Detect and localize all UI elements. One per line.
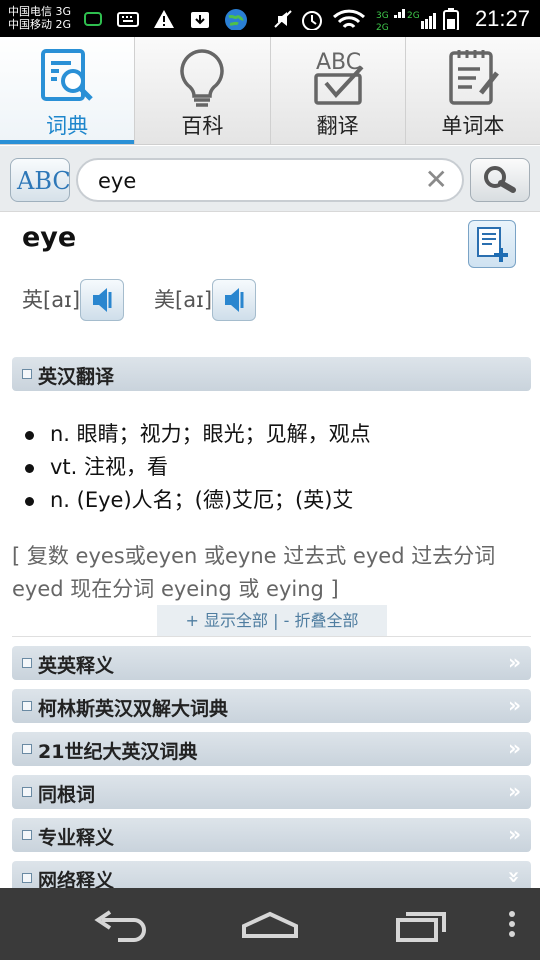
us-pronounce-button[interactable] xyxy=(212,279,256,321)
tab-encyclopedia[interactable]: 百科 xyxy=(135,37,271,144)
add-to-wordbook-button[interactable] xyxy=(468,220,516,268)
notebook-icon xyxy=(449,50,499,105)
search-bar: ABC ✕ xyxy=(0,146,540,212)
uk-phonetic: 英[aɪ] xyxy=(22,288,81,312)
tab-wordbook[interactable]: 单词本 xyxy=(406,37,540,144)
tab-dictionary[interactable]: 词典 xyxy=(0,37,136,144)
collapse-box-icon xyxy=(22,701,32,711)
keyboard-icon xyxy=(117,12,139,27)
carrier-info: 中国电信 3G 中国移动 2G xyxy=(8,5,71,31)
add-note-icon xyxy=(477,227,508,262)
speaker-icon xyxy=(93,288,112,312)
search-button[interactable] xyxy=(470,158,530,202)
section-header-en-en[interactable]: 英英释义 » xyxy=(12,646,531,680)
expand-icon: » xyxy=(508,736,521,760)
svg-text:ABC: ABC xyxy=(16,167,69,195)
menu-icon[interactable] xyxy=(500,888,524,960)
battery-icon xyxy=(443,8,459,30)
recent-apps-icon[interactable] xyxy=(390,888,454,960)
globe-icon xyxy=(225,9,247,30)
clock: 21:27 xyxy=(474,6,530,31)
section-header-21st-century[interactable]: 21世纪大英汉词典 » xyxy=(12,732,531,766)
section-title: 柯林斯英汉双解大词典 xyxy=(38,698,229,720)
collapse-all-link[interactable]: - 折叠全部 xyxy=(284,605,359,637)
language-switch-button[interactable]: ABC xyxy=(10,158,71,202)
expand-down-icon: » xyxy=(502,870,527,884)
divider xyxy=(12,636,531,637)
svg-text:2G: 2G xyxy=(407,11,420,21)
collapse-box-icon xyxy=(22,787,32,797)
definition-item: vt. 注视，看 xyxy=(22,451,371,484)
expand-icon: » xyxy=(508,822,521,846)
download-icon xyxy=(191,12,209,28)
word-forms: [ 复数 eyes或eyen 或eyne 过去式 eyed 过去分词 eyed … xyxy=(12,544,496,601)
us-phonetic: 美[aɪ] xyxy=(154,288,213,312)
svg-text:3G: 3G xyxy=(376,11,389,21)
collapse-box-icon xyxy=(22,830,32,840)
mute-icon xyxy=(274,10,292,28)
tab-bar: 词典 百科 ABC 翻译 单词本 xyxy=(0,37,540,145)
section-header-collins[interactable]: 柯林斯英汉双解大词典 » xyxy=(12,689,531,723)
definition-item: n. (Eye)人名；(德)艾厄；(英)艾 xyxy=(22,484,371,517)
show-all-link[interactable]: + 显示全部 xyxy=(186,605,269,637)
definition-list: n. 眼睛；视力；眼光；见解，观点 vt. 注视，看 n. (Eye)人名；(德… xyxy=(22,418,371,517)
section-title: 英英释义 xyxy=(38,655,115,677)
lightbulb-icon xyxy=(180,49,225,107)
collapse-box-icon xyxy=(22,658,32,668)
chat-icon xyxy=(84,12,102,26)
dictionary-icon xyxy=(41,49,93,101)
collapse-box-icon xyxy=(22,873,32,883)
fold-separator: | xyxy=(273,611,279,630)
section-header-cognates[interactable]: 同根词 » xyxy=(12,775,531,809)
expand-icon: » xyxy=(508,779,521,803)
fold-controls: + 显示全部 | - 折叠全部 xyxy=(157,605,387,637)
expand-icon: » xyxy=(508,693,521,717)
back-icon[interactable] xyxy=(88,888,152,960)
tab-translate-label: 翻译 xyxy=(316,114,359,138)
section-title: 21世纪大英汉词典 xyxy=(38,741,198,763)
section-header-professional[interactable]: 专业释义 » xyxy=(12,818,531,852)
abc-icon: ABC xyxy=(16,167,71,195)
search-field[interactable]: ✕ xyxy=(76,158,464,202)
wifi-icon xyxy=(332,9,366,29)
section-title: 同根词 xyxy=(38,784,96,806)
carrier-2: 中国移动 2G xyxy=(8,18,72,31)
section-title: 专业释义 xyxy=(38,827,115,849)
tab-translate[interactable]: ABC 翻译 xyxy=(271,37,406,144)
svg-text:2G: 2G xyxy=(376,23,389,30)
speaker-icon xyxy=(225,288,244,312)
home-icon[interactable] xyxy=(238,888,302,960)
definition-item: n. 眼睛；视力；眼光；见解，观点 xyxy=(22,418,371,451)
svg-text:ABC: ABC xyxy=(316,50,361,75)
section-header-translation[interactable]: 英汉翻译 xyxy=(12,357,531,391)
section-title: 英汉翻译 xyxy=(38,366,115,388)
signal-2g-icon: 2G xyxy=(407,11,436,29)
search-icon xyxy=(484,166,516,193)
uk-pronounce-button[interactable] xyxy=(80,279,124,321)
tab-wordbook-label: 单词本 xyxy=(441,114,505,138)
tab-dictionary-label: 词典 xyxy=(46,114,89,138)
search-input[interactable] xyxy=(98,168,408,194)
status-bar: 中国电信 3G 中国移动 2G 3G 2G 2G 21:27 xyxy=(0,0,540,37)
system-nav-bar xyxy=(0,888,540,960)
clear-icon[interactable]: ✕ xyxy=(425,166,448,194)
abc-check-icon: ABC xyxy=(313,50,364,105)
collapse-box-icon xyxy=(22,369,32,379)
headword: eye xyxy=(22,222,77,253)
carrier-1: 中国电信 3G xyxy=(8,5,72,18)
signal-3g-icon: 3G2G xyxy=(376,9,405,30)
alarm-icon xyxy=(302,11,322,30)
expand-icon: » xyxy=(508,650,521,674)
warning-icon xyxy=(154,10,174,28)
collapse-box-icon xyxy=(22,744,32,754)
tab-encyclopedia-label: 百科 xyxy=(181,114,224,138)
